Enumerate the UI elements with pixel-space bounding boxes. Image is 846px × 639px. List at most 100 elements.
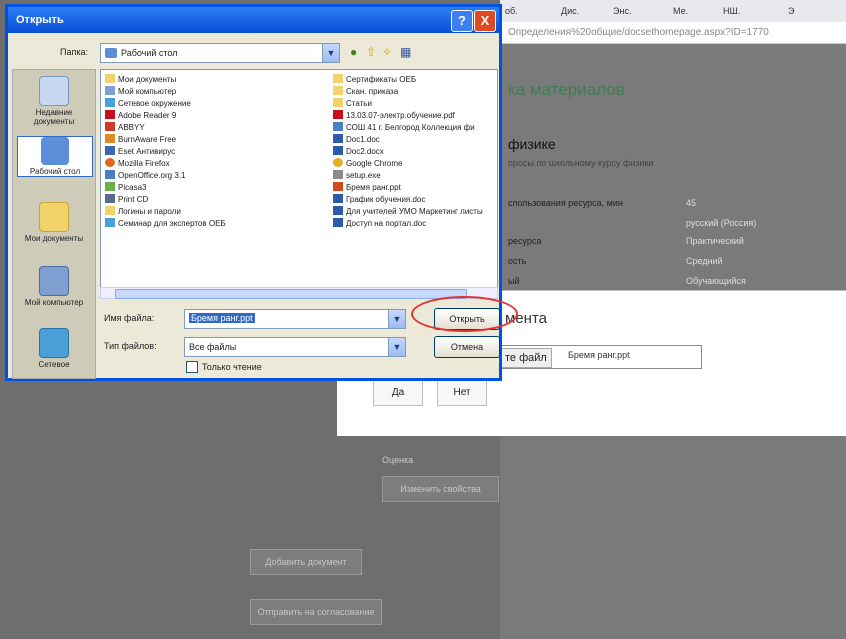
list-item[interactable]: Сертификаты ОЕБ bbox=[333, 74, 497, 86]
filename-value: Бремя ранг.ppt bbox=[189, 313, 255, 323]
file-name: Мой компьютер bbox=[118, 87, 177, 96]
file-name: Сетевое окружение bbox=[118, 99, 191, 108]
add-document-button[interactable]: Добавить документ bbox=[250, 549, 362, 575]
browser-tab[interactable]: Энс. bbox=[610, 3, 661, 19]
list-item[interactable]: Eset Антивирус bbox=[105, 146, 325, 158]
list-item[interactable]: setup.exe bbox=[333, 170, 497, 182]
page-description: просы по школьному курсу физики bbox=[508, 158, 654, 168]
list-item[interactable]: BurnAware Free bbox=[105, 134, 325, 146]
browser-tab[interactable]: НШ. bbox=[720, 3, 776, 19]
list-item[interactable]: ABBYY bbox=[105, 122, 325, 134]
chevron-down-icon[interactable]: ▼ bbox=[388, 310, 405, 328]
filetype-select[interactable]: Все файлы ▼ bbox=[184, 337, 406, 357]
list-item[interactable]: СОШ 41 г. Белгород Коллекция фи bbox=[333, 122, 497, 134]
word-icon bbox=[333, 218, 343, 227]
file-name: Статьи bbox=[346, 99, 372, 108]
file-name: Doc1.doc bbox=[346, 135, 380, 144]
list-item[interactable]: OpenOffice.org 3.1 bbox=[105, 170, 325, 182]
close-icon[interactable]: X bbox=[474, 10, 496, 32]
list-item[interactable]: Скан. приказа bbox=[333, 86, 497, 98]
powerpoint-icon bbox=[333, 182, 343, 191]
chevron-down-icon[interactable]: ▼ bbox=[388, 338, 405, 356]
openoffice-icon bbox=[105, 170, 115, 179]
place-my-computer[interactable]: Мой компьютер bbox=[17, 266, 91, 307]
file-name: Бремя ранг.ppt bbox=[346, 183, 401, 192]
file-name: BurnAware Free bbox=[118, 135, 177, 144]
file-name: Print CD bbox=[118, 195, 149, 204]
dialog-titlebar[interactable]: Открыть ? X bbox=[8, 7, 499, 33]
list-item[interactable]: Сетевое окружение bbox=[105, 98, 325, 110]
place-network[interactable]: Сетевое bbox=[17, 328, 91, 369]
folder-icon bbox=[333, 74, 343, 83]
chrome-icon bbox=[333, 158, 343, 167]
yes-button[interactable]: Да bbox=[373, 380, 423, 406]
list-item[interactable]: 13.03.07-электр.обучение.pdf bbox=[333, 110, 497, 122]
send-approval-button[interactable]: Отправить на согласование bbox=[250, 599, 382, 625]
chevron-down-icon[interactable]: ▼ bbox=[322, 44, 339, 62]
list-item[interactable]: Мой компьютер bbox=[105, 86, 325, 98]
file-name: Mozilla Firefox bbox=[118, 159, 170, 168]
choose-file-button[interactable]: те файл bbox=[500, 348, 552, 368]
no-button[interactable]: Нет bbox=[437, 380, 487, 406]
word-icon bbox=[333, 146, 343, 155]
network-icon bbox=[39, 328, 69, 358]
list-item[interactable]: Для учителей УМО Маркетинг листы bbox=[333, 206, 497, 218]
list-item[interactable]: Picasa3 bbox=[105, 182, 325, 194]
file-name: Логины и пароли bbox=[118, 207, 181, 216]
list-item[interactable]: График обучения.doc bbox=[333, 194, 497, 206]
prop-value: 45 bbox=[686, 198, 697, 208]
list-item[interactable]: Adobe Reader 9 bbox=[105, 110, 325, 122]
browser-tab[interactable]: об. bbox=[502, 3, 548, 19]
computer-icon bbox=[105, 86, 115, 95]
folder-icon bbox=[105, 74, 115, 83]
browser-tab[interactable]: Ме. bbox=[670, 3, 716, 19]
address-bar[interactable]: Определения%20общие/docsethomepage.aspx?… bbox=[500, 22, 846, 44]
back-icon[interactable]: ● bbox=[350, 45, 357, 59]
folder-combo[interactable]: Рабочий стол ▼ bbox=[100, 43, 340, 63]
prop-label: ый bbox=[508, 276, 520, 286]
change-props-button[interactable]: Изменить свойства bbox=[382, 476, 499, 502]
cancel-button[interactable]: Отмена bbox=[434, 336, 500, 358]
file-name: СОШ 41 г. Белгород Коллекция фи bbox=[346, 123, 475, 132]
help-icon[interactable]: ? bbox=[451, 10, 473, 32]
prop-label: ресурса bbox=[508, 236, 542, 246]
filetype-value: Все файлы bbox=[189, 342, 237, 352]
place-my-documents[interactable]: Мои документы bbox=[17, 202, 91, 243]
list-item[interactable]: Print CD bbox=[105, 194, 325, 206]
filename-field[interactable]: Бремя ранг.ppt ▼ bbox=[184, 309, 406, 329]
highlight-circle bbox=[411, 296, 518, 332]
recent-documents-icon bbox=[39, 76, 69, 106]
page-heading: ка материалов bbox=[508, 80, 625, 99]
place-label: Рабочий стол bbox=[29, 167, 81, 176]
list-item[interactable]: Mozilla Firefox bbox=[105, 158, 325, 170]
firefox-icon bbox=[105, 158, 115, 167]
list-item[interactable]: Доступ на портал.doc bbox=[333, 218, 497, 230]
list-item[interactable]: Doc1.doc bbox=[333, 134, 497, 146]
readonly-checkbox[interactable] bbox=[186, 361, 198, 373]
printcd-icon bbox=[105, 194, 115, 203]
browser-tab[interactable]: Дис. bbox=[558, 3, 609, 19]
browser-tab[interactable]: Э bbox=[785, 3, 831, 19]
list-item[interactable]: Google Chrome bbox=[333, 158, 497, 170]
file-name: Google Chrome bbox=[346, 159, 403, 168]
new-folder-icon[interactable]: ✧ bbox=[382, 45, 392, 59]
place-recent[interactable]: Недавние документы bbox=[17, 76, 91, 126]
file-name: Для учителей УМО Маркетинг листы bbox=[346, 207, 483, 216]
list-item[interactable]: Doc2.docx bbox=[333, 146, 497, 158]
file-list[interactable]: Мои документы Мой компьютер Сетевое окру… bbox=[100, 69, 498, 289]
file-name: Скан. приказа bbox=[346, 87, 399, 96]
list-item[interactable]: Бремя ранг.ppt bbox=[333, 182, 497, 194]
list-item[interactable]: Статьи bbox=[333, 98, 497, 110]
burnaware-icon bbox=[105, 134, 115, 143]
list-item[interactable]: Мои документы bbox=[105, 74, 325, 86]
list-item[interactable]: Семинар для экспертов ОЕБ bbox=[105, 218, 325, 230]
folder-icon bbox=[333, 98, 343, 107]
scrollbar-thumb[interactable] bbox=[115, 289, 467, 299]
list-item[interactable]: Логины и пароли bbox=[105, 206, 325, 218]
prop-label: спользования ресурса, мин bbox=[508, 198, 623, 208]
view-menu-icon[interactable]: ▦ bbox=[400, 45, 411, 59]
up-folder-icon[interactable]: ⇧ bbox=[366, 45, 376, 59]
file-upload-field[interactable]: те файл Бремя ранг.ppt bbox=[497, 345, 702, 369]
prop-label: ость bbox=[508, 256, 527, 266]
place-desktop[interactable]: Рабочий стол bbox=[17, 136, 93, 177]
